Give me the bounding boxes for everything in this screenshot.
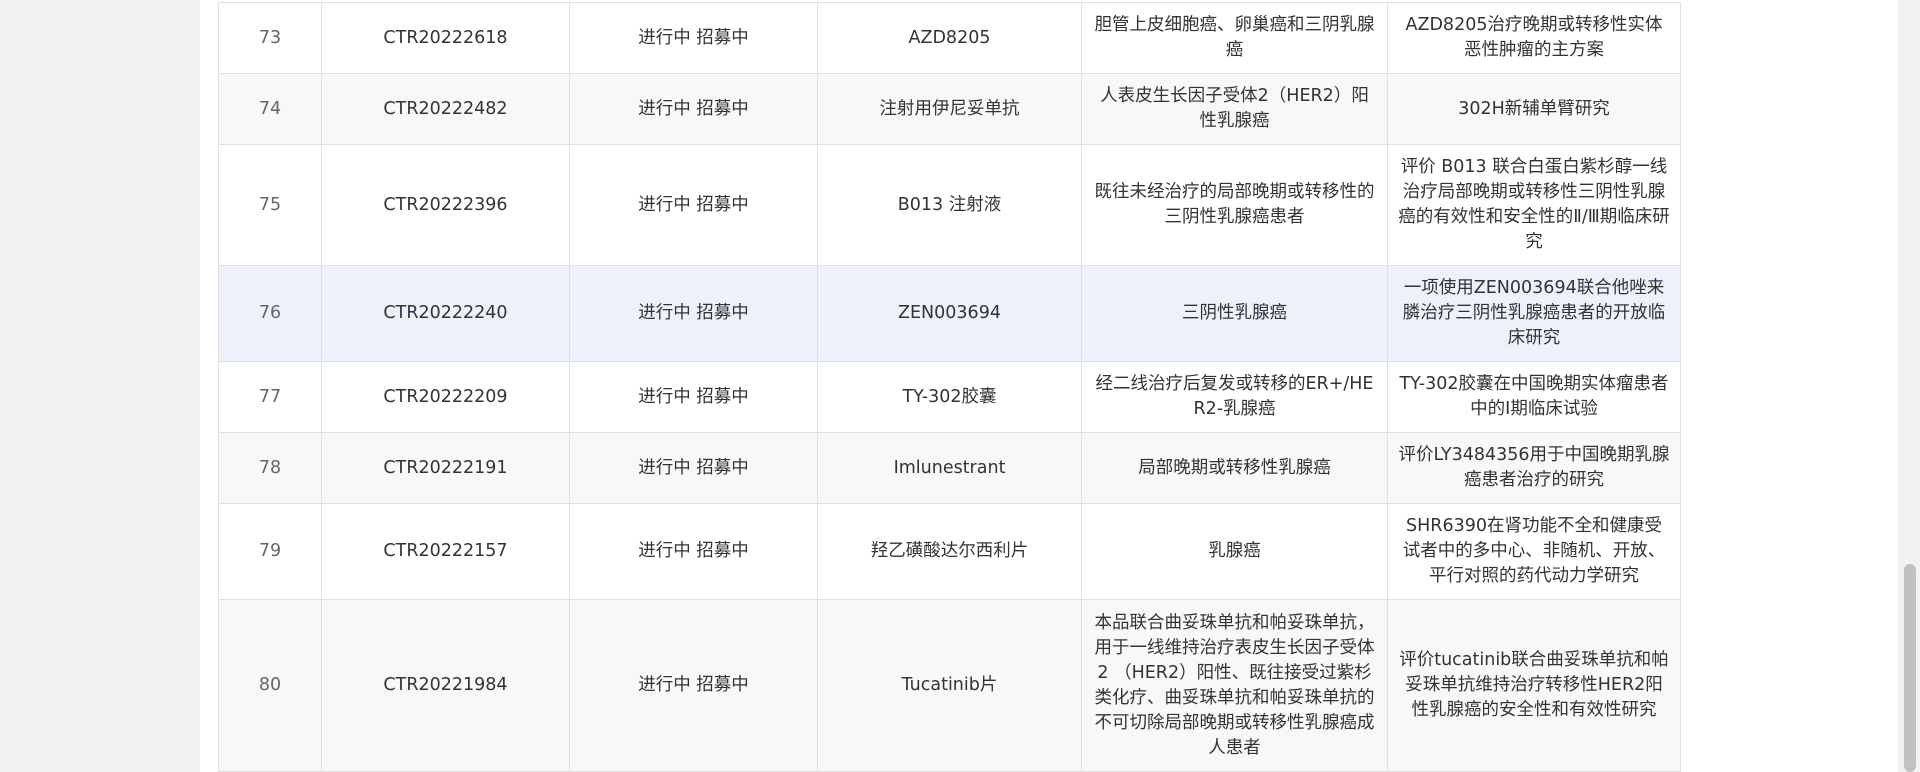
trial-title: SHR6390在肾功能不全和健康受试者中的多中心、非随机、开放、平行对照的药代动… — [1387, 503, 1681, 600]
registration-number: CTR20222482 — [321, 73, 570, 145]
registration-number: CTR20221984 — [321, 599, 570, 772]
trial-status: 进行中 招募中 — [569, 2, 818, 74]
row-number: 73 — [218, 2, 322, 74]
page-content: 73 CTR20222618 进行中 招募中 AZD8205 胆管上皮细胞癌、卵… — [200, 0, 1898, 772]
table-row[interactable]: 80 CTR20221984 进行中 招募中 Tucatinib片 本品联合曲妥… — [218, 599, 1681, 772]
registration-number: CTR20222209 — [321, 361, 570, 433]
table-row[interactable]: 73 CTR20222618 进行中 招募中 AZD8205 胆管上皮细胞癌、卵… — [218, 2, 1681, 74]
vertical-scrollbar[interactable] — [1900, 0, 1920, 772]
drug-name: ZEN003694 — [817, 265, 1082, 362]
table-row[interactable]: 79 CTR20222157 进行中 招募中 羟乙磺酸达尔西利片 乳腺癌 SHR… — [218, 503, 1681, 600]
trial-title: AZD8205治疗晚期或转移性实体恶性肿瘤的主方案 — [1387, 2, 1681, 74]
row-number: 78 — [218, 432, 322, 504]
drug-name: Tucatinib片 — [817, 599, 1082, 772]
registration-number: CTR20222240 — [321, 265, 570, 362]
table-row[interactable]: 74 CTR20222482 进行中 招募中 注射用伊尼妥单抗 人表皮生长因子受… — [218, 73, 1681, 145]
row-number: 77 — [218, 361, 322, 433]
drug-name: 羟乙磺酸达尔西利片 — [817, 503, 1082, 600]
row-number: 74 — [218, 73, 322, 145]
trial-status: 进行中 招募中 — [569, 265, 818, 362]
indication: 本品联合曲妥珠单抗和帕妥珠单抗，用于一线维持治疗表皮生长因子受体2 （HER2）… — [1081, 599, 1388, 772]
trial-status: 进行中 招募中 — [569, 503, 818, 600]
trial-status: 进行中 招募中 — [569, 144, 818, 266]
trial-status: 进行中 招募中 — [569, 73, 818, 145]
indication: 乳腺癌 — [1081, 503, 1388, 600]
drug-name: Imlunestrant — [817, 432, 1082, 504]
trials-table: 73 CTR20222618 进行中 招募中 AZD8205 胆管上皮细胞癌、卵… — [218, 2, 1681, 772]
indication: 胆管上皮细胞癌、卵巢癌和三阴乳腺癌 — [1081, 2, 1388, 74]
row-number: 79 — [218, 503, 322, 600]
drug-name: 注射用伊尼妥单抗 — [817, 73, 1082, 145]
trial-title: 评价 B013 联合白蛋白紫杉醇一线治疗局部晚期或转移性三阴性乳腺癌的有效性和安… — [1387, 144, 1681, 266]
indication: 经二线治疗后复发或转移的ER+/HER2-乳腺癌 — [1081, 361, 1388, 433]
indication: 三阴性乳腺癌 — [1081, 265, 1388, 362]
trial-status: 进行中 招募中 — [569, 432, 818, 504]
row-number: 80 — [218, 599, 322, 772]
trial-title: TY-302胶囊在中国晚期实体瘤患者中的I期临床试验 — [1387, 361, 1681, 433]
drug-name: AZD8205 — [817, 2, 1082, 74]
trial-status: 进行中 招募中 — [569, 599, 818, 772]
table-row[interactable]: 77 CTR20222209 进行中 招募中 TY-302胶囊 经二线治疗后复发… — [218, 361, 1681, 433]
row-number: 76 — [218, 265, 322, 362]
trial-title: 评价LY3484356用于中国晚期乳腺癌患者治疗的研究 — [1387, 432, 1681, 504]
trial-title: 评价tucatinib联合曲妥珠单抗和帕妥珠单抗维持治疗转移性HER2阳性乳腺癌… — [1387, 599, 1681, 772]
registration-number: CTR20222618 — [321, 2, 570, 74]
indication: 既往未经治疗的局部晚期或转移性的三阴性乳腺癌患者 — [1081, 144, 1388, 266]
trial-title: 一项使用ZEN003694联合他唑来膦治疗三阴性乳腺癌患者的开放临床研究 — [1387, 265, 1681, 362]
indication: 人表皮生长因子受体2（HER2）阳性乳腺癌 — [1081, 73, 1388, 145]
scrollbar-thumb[interactable] — [1904, 564, 1916, 772]
row-number: 75 — [218, 144, 322, 266]
registration-number: CTR20222396 — [321, 144, 570, 266]
registration-number: CTR20222191 — [321, 432, 570, 504]
table-row[interactable]: 76 CTR20222240 进行中 招募中 ZEN003694 三阴性乳腺癌 … — [218, 265, 1681, 362]
trial-title: 302H新辅单臂研究 — [1387, 73, 1681, 145]
registration-number: CTR20222157 — [321, 503, 570, 600]
drug-name: TY-302胶囊 — [817, 361, 1082, 433]
indication: 局部晚期或转移性乳腺癌 — [1081, 432, 1388, 504]
trial-status: 进行中 招募中 — [569, 361, 818, 433]
table-row[interactable]: 78 CTR20222191 进行中 招募中 Imlunestrant 局部晚期… — [218, 432, 1681, 504]
table-row[interactable]: 75 CTR20222396 进行中 招募中 B013 注射液 既往未经治疗的局… — [218, 144, 1681, 266]
drug-name: B013 注射液 — [817, 144, 1082, 266]
